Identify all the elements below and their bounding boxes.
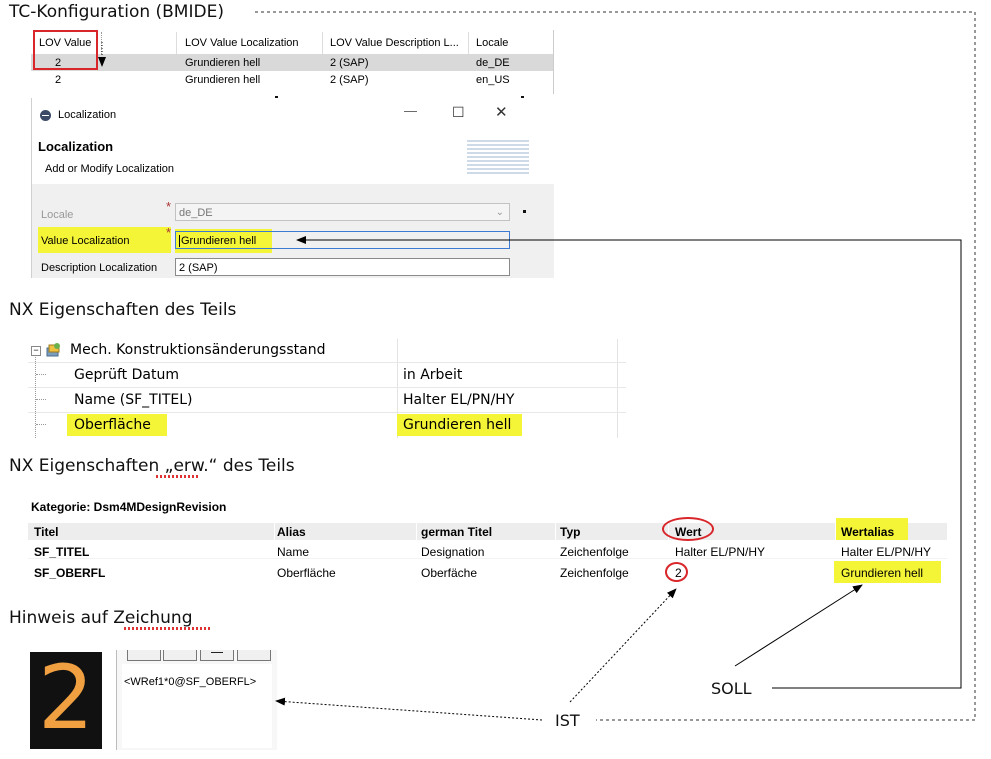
arrow-soll-wertalias	[734, 584, 863, 667]
connector-ist-frame	[255, 11, 976, 721]
arrow-ist-note	[275, 697, 543, 721]
connector-soll-line	[296, 236, 962, 689]
annotation-arrows	[98, 11, 976, 721]
arrow-ist-wert	[569, 588, 677, 703]
